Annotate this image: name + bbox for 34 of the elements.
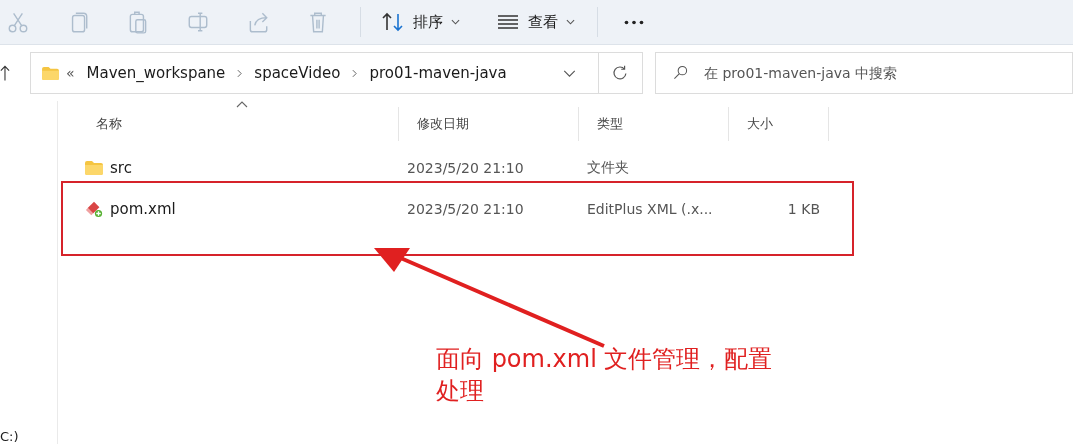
breadcrumb[interactable]: pro01-maven-java (369, 64, 507, 82)
up-arrow-icon[interactable] (0, 64, 10, 82)
column-header[interactable]: 类型 (579, 107, 729, 141)
file-type-icon (84, 199, 104, 218)
view-button[interactable]: 查看 (488, 7, 583, 37)
column-header[interactable]: 大小 (729, 107, 829, 141)
type-cell-text: EditPlus XML (.x... (586, 200, 714, 217)
search-icon (673, 65, 689, 80)
search-field[interactable]: 在 pro01-maven-java 中搜索 (655, 52, 1073, 94)
folder-icon (84, 158, 104, 177)
file-name[interactable]: pom.xml (78, 199, 176, 218)
caret-icon (451, 19, 460, 25)
date-cell-text: 2023/5/20 21:10 (406, 200, 525, 217)
address-bar[interactable]: « Maven_workspane spaceVideo pro01-maven-java (29, 52, 644, 94)
caret-icon (566, 19, 575, 25)
column-header[interactable]: 修改日期 (399, 107, 579, 141)
more-icon[interactable] (624, 19, 644, 25)
type-cell-text: 文件夹 (586, 158, 630, 177)
column-header[interactable]: 名称 (78, 107, 399, 141)
chevron-down-icon[interactable] (563, 69, 577, 77)
chevron-right-icon[interactable] (237, 68, 243, 78)
chevron-right-icon[interactable] (352, 68, 358, 78)
drive-label[interactable]: C:) (0, 429, 19, 444)
breadcrumb[interactable]: Maven_workspane (86, 64, 226, 82)
sort-icon (381, 11, 405, 33)
file-name[interactable]: src (78, 158, 132, 177)
date-cell-text: 2023/5/20 21:10 (406, 159, 525, 176)
overflow-chevron[interactable]: « (65, 65, 75, 81)
folder-icon (40, 65, 60, 81)
refresh-icon[interactable] (611, 64, 629, 82)
size-cell: 1 KB (787, 200, 820, 217)
sort-button[interactable]: 排序 (373, 7, 468, 37)
breadcrumb[interactable]: spaceVideo (254, 64, 341, 82)
annotation-text: 面向 pom.xml 文件管理，配置 处理 (436, 344, 773, 407)
